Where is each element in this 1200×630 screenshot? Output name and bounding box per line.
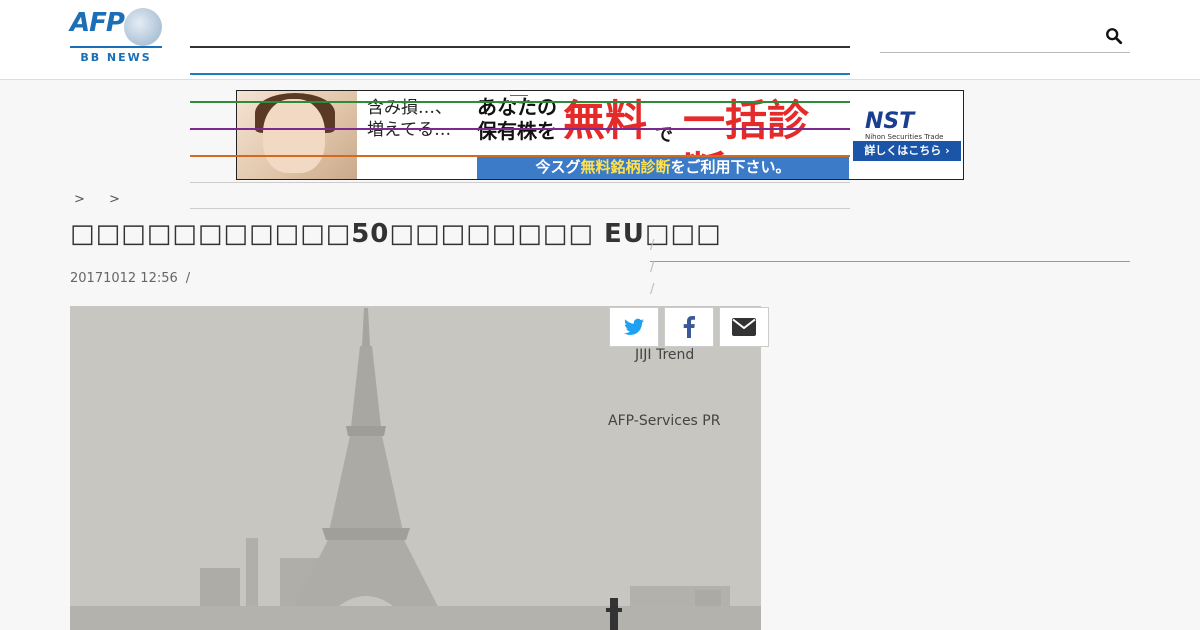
- envelope-icon: [732, 318, 756, 336]
- nav-menu-line[interactable]: [190, 128, 850, 130]
- facebook-icon: [683, 316, 695, 338]
- share-twitter-button[interactable]: [609, 307, 659, 347]
- nav-menu-line[interactable]: [190, 101, 850, 103]
- ad-cta-button[interactable]: 詳しくはこちら ›: [853, 141, 961, 161]
- nav-divider: [190, 208, 850, 209]
- afp-logo[interactable]: AFP BB NEWS: [70, 8, 162, 66]
- site-header: AFP BB NEWS: [0, 0, 1200, 80]
- logo-underline: [70, 46, 162, 48]
- article-date: 20171012 12:56: [70, 271, 178, 286]
- logo-text: AFP: [70, 8, 125, 38]
- sidebar-divider: [650, 261, 1130, 262]
- ad-bar: 今スグ無料銘柄診断をご利用下さい。: [477, 155, 849, 179]
- advertisement-banner[interactable]: 含み損…、 増えてる… あなたの 保有株を 無料 で 一括診断!! 今スグ無料銘…: [236, 90, 964, 180]
- article-meta: 20171012 12:56/: [70, 271, 191, 286]
- twitter-icon: [624, 318, 644, 335]
- link-separator: /: [650, 282, 655, 297]
- nav-menu-line[interactable]: [190, 155, 850, 157]
- article-title: □□□□□□□□□□□50□□□□□□□□ EU□□□: [70, 219, 722, 249]
- nav-menu-line[interactable]: [190, 73, 850, 75]
- share-facebook-button[interactable]: [664, 307, 714, 347]
- globe-icon: [124, 8, 162, 46]
- nav-divider: [190, 182, 850, 183]
- link-separator: /: [650, 238, 655, 253]
- ad-brand-subtext: Nihon Securities Trade: [865, 133, 944, 141]
- sidebar-link-afp-services-pr[interactable]: AFP-Services PR: [608, 413, 720, 429]
- breadcrumb-separator: >: [109, 192, 120, 207]
- nav-menu-line[interactable]: [190, 46, 850, 48]
- sidebar-link-jiji-trend[interactable]: JIJI Trend: [635, 347, 694, 363]
- breadcrumb: > >: [74, 192, 140, 207]
- search-input[interactable]: [880, 52, 1130, 53]
- breadcrumb-separator: >: [74, 192, 85, 207]
- share-email-button[interactable]: [719, 307, 769, 347]
- search-icon[interactable]: [1105, 27, 1123, 45]
- nav-active-marker: [510, 95, 528, 96]
- ad-photo: [237, 91, 357, 179]
- ad-copy: 含み損…、 増えてる…: [367, 98, 452, 140]
- logo-subtext: BB NEWS: [80, 51, 152, 64]
- ad-brand-logo: NST: [865, 109, 915, 134]
- link-separator: /: [650, 260, 655, 275]
